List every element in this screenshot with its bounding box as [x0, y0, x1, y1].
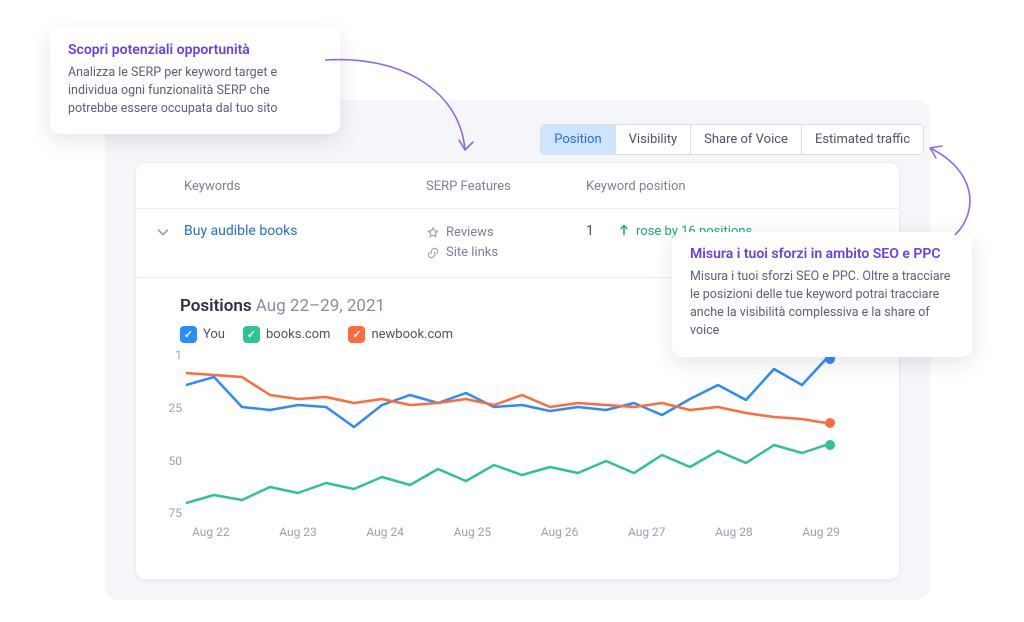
y-tick: 25: [169, 401, 183, 415]
callout-title: Scopri potenziali opportunità: [68, 42, 322, 58]
callout-opportunities: Scopri potenziali opportunità Analizza l…: [50, 28, 340, 134]
check-icon: ✓: [180, 326, 197, 343]
tab-visibility[interactable]: Visibility: [616, 125, 692, 154]
keyword-link[interactable]: Buy audible books: [184, 223, 426, 239]
position-value: 1: [586, 223, 604, 239]
serp-features-cell: Reviews Site links: [426, 223, 586, 263]
callout-title: Misura i tuoi sforzi in ambito SEO e PPC: [690, 246, 954, 262]
check-icon: ✓: [348, 326, 365, 343]
x-axis-labels: Aug 22 Aug 23 Aug 24 Aug 25 Aug 26 Aug 2…: [186, 525, 846, 539]
chart-plot: 1 25 50 75 Aug 22 Aug 23 Aug 24 Aug: [186, 355, 875, 555]
chart-svg: [186, 355, 846, 520]
legend-item-newbook[interactable]: ✓ newbook.com: [348, 326, 453, 343]
tab-estimated-traffic[interactable]: Estimated traffic: [802, 125, 923, 154]
tab-position[interactable]: Position: [541, 125, 615, 154]
col-header-position: Keyword position: [586, 179, 879, 194]
expand-row-toggle[interactable]: [156, 223, 184, 242]
table-header: Keywords SERP Features Keyword position: [136, 163, 899, 209]
callout-body: Misura i tuoi sforzi SEO e PPC. Oltre a …: [690, 268, 954, 341]
x-tick: Aug 24: [366, 525, 404, 539]
x-tick: Aug 25: [454, 525, 492, 539]
legend-label: books.com: [266, 327, 330, 342]
legend-label: You: [203, 327, 225, 342]
check-icon: ✓: [243, 326, 260, 343]
legend-label: newbook.com: [371, 327, 453, 342]
serp-feature-label: Site links: [446, 243, 498, 263]
link-icon: [426, 246, 440, 260]
x-tick: Aug 23: [279, 525, 317, 539]
results-card: Keywords SERP Features Keyword position …: [135, 162, 900, 580]
x-tick: Aug 22: [192, 525, 230, 539]
chevron-down-icon: [156, 225, 170, 239]
y-tick: 75: [169, 506, 183, 520]
y-tick: 50: [169, 454, 183, 468]
callout-body: Analizza le SERP per keyword target e in…: [68, 64, 322, 118]
legend-item-you[interactable]: ✓ You: [180, 326, 225, 343]
y-axis-labels: 1 25 50 75: [156, 355, 182, 515]
x-tick: Aug 29: [802, 525, 840, 539]
chart-title-main: Positions: [180, 296, 252, 316]
legend-item-books[interactable]: ✓ books.com: [243, 326, 330, 343]
star-icon: [426, 226, 440, 240]
chart-title-range: Aug 22–29, 2021: [256, 296, 385, 316]
metric-tabs: Position Visibility Share of Voice Estim…: [540, 124, 924, 155]
x-tick: Aug 28: [715, 525, 753, 539]
x-tick: Aug 26: [541, 525, 579, 539]
callout-seo-ppc: Misura i tuoi sforzi in ambito SEO e PPC…: [672, 232, 972, 357]
arrow-up-icon: [618, 224, 632, 238]
callout-arrow-icon: [920, 140, 990, 240]
col-header-serp: SERP Features: [426, 179, 586, 194]
col-header-keywords: Keywords: [156, 179, 426, 194]
x-tick: Aug 27: [628, 525, 666, 539]
y-tick: 1: [175, 348, 182, 362]
tab-share-of-voice[interactable]: Share of Voice: [691, 125, 802, 154]
serp-feature-label: Reviews: [446, 223, 494, 243]
